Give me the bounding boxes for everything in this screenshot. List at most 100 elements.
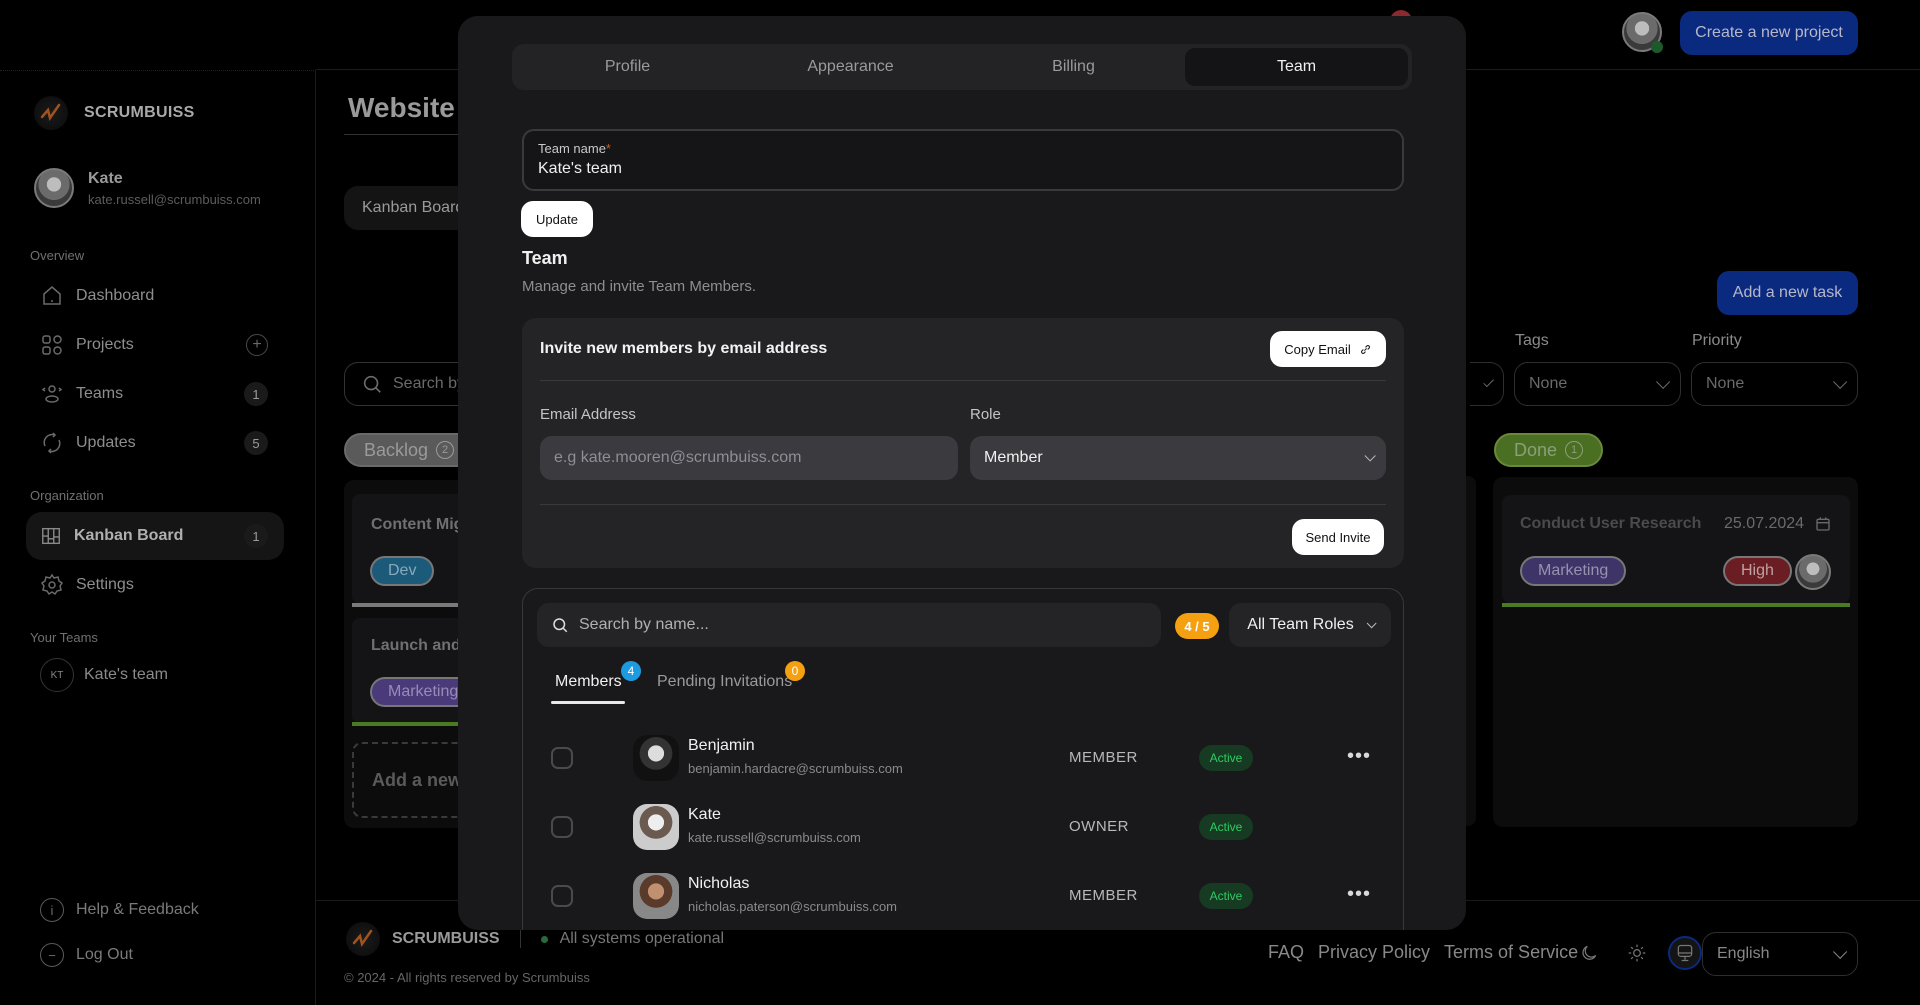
- member-search-input[interactable]: Search by name...: [537, 603, 1161, 647]
- priority-filter-value: None: [1706, 375, 1745, 392]
- language-value: English: [1717, 945, 1770, 962]
- roles-filter-value: All Team Roles: [1247, 616, 1354, 633]
- dark-theme-button[interactable]: [1572, 936, 1606, 970]
- title-divider: [344, 134, 474, 135]
- sidebar-item-updates[interactable]: Updates 5: [26, 419, 284, 467]
- sidebar-item-label: Kanban Board: [74, 527, 184, 544]
- sidebar-item-settings[interactable]: Settings: [26, 561, 284, 609]
- member-avatar: [633, 735, 679, 781]
- tags-filter-value: None: [1529, 375, 1568, 392]
- tab-pending-invitations[interactable]: Pending Invitations 0: [657, 661, 805, 691]
- chevron-down-icon: [1366, 617, 1377, 628]
- member-name: Benjamin: [688, 737, 755, 754]
- user-profile[interactable]: Kate kate.russell@scrumbuiss.com: [34, 168, 261, 208]
- add-task-button[interactable]: Add a new task: [1717, 271, 1858, 315]
- send-invite-button[interactable]: Send Invite: [1292, 519, 1384, 555]
- user-avatar: [34, 168, 74, 208]
- settings-tabs: Profile Appearance Billing Team: [512, 44, 1412, 90]
- priority-filter-select[interactable]: None: [1691, 362, 1858, 406]
- member-status-badge: Active: [1199, 814, 1253, 840]
- team-name-label-text: Team name: [538, 141, 606, 156]
- minus-circle-icon: −: [40, 943, 64, 967]
- column-name: Done: [1514, 439, 1558, 460]
- member-status-badge: Active: [1199, 745, 1253, 771]
- logout-link[interactable]: − Log Out: [40, 943, 133, 967]
- pending-tab-label: Pending Invitations: [657, 673, 793, 690]
- light-theme-button[interactable]: [1620, 936, 1654, 970]
- members-count-badge: 4: [621, 661, 641, 681]
- section-your-teams: Your Teams: [30, 630, 98, 645]
- online-status-dot: [1651, 41, 1663, 53]
- role-select[interactable]: Member: [970, 436, 1386, 480]
- add-project-button[interactable]: +: [246, 334, 268, 356]
- task-tag: Marketing: [1520, 556, 1627, 586]
- members-card: Search by name... 4 / 5 All Team Roles M…: [522, 588, 1404, 930]
- column-header-done[interactable]: Done 1: [1494, 433, 1604, 467]
- tab-members[interactable]: Members 4: [555, 661, 641, 691]
- sidebar-item-teams[interactable]: Teams 1: [26, 370, 284, 418]
- more-options-icon[interactable]: •••: [1347, 883, 1371, 906]
- task-card[interactable]: [1502, 495, 1850, 603]
- update-button[interactable]: Update: [521, 201, 593, 237]
- more-options-icon[interactable]: •••: [1347, 745, 1371, 768]
- member-checkbox[interactable]: [551, 816, 573, 838]
- member-role: MEMBER: [1069, 749, 1138, 766]
- task-title: Conduct User Research: [1520, 515, 1702, 532]
- column-count: 2: [436, 441, 455, 459]
- team-name-field[interactable]: Team name* Kate's team: [522, 129, 1404, 191]
- copyright: © 2024 - All rights reserved by Scrumbui…: [344, 970, 590, 985]
- teams-count-badge: 1: [244, 382, 268, 406]
- section-organization: Organization: [30, 488, 104, 503]
- sidebar-item-projects[interactable]: Projects +: [26, 321, 284, 369]
- member-email: kate.russell@scrumbuiss.com: [688, 830, 861, 845]
- task-card[interactable]: [352, 618, 474, 724]
- users-icon: [40, 382, 64, 406]
- logout-label: Log Out: [76, 946, 133, 963]
- section-overview: Overview: [30, 248, 85, 263]
- kanban-icon: [40, 525, 62, 547]
- tab-appearance[interactable]: Appearance: [739, 48, 962, 86]
- copy-email-button[interactable]: Copy Email: [1270, 331, 1386, 367]
- task-tag: Dev: [370, 556, 435, 586]
- email-label: Email Address: [540, 406, 636, 423]
- faq-link[interactable]: FAQ: [1268, 942, 1304, 963]
- terms-link[interactable]: Terms of Service: [1444, 942, 1578, 963]
- member-role: MEMBER: [1069, 887, 1138, 904]
- create-project-button[interactable]: Create a new project: [1680, 11, 1858, 55]
- column-header-backlog[interactable]: Backlog 2: [344, 433, 475, 467]
- member-status-badge: Active: [1199, 883, 1253, 909]
- user-name: Kate: [88, 169, 123, 187]
- sidebar-item-label: Dashboard: [76, 287, 155, 304]
- task-assignee-avatar: [1795, 554, 1831, 590]
- middle-column-edge: [1466, 476, 1476, 826]
- team-name-input[interactable]: Kate's team: [538, 160, 1388, 178]
- footer-links: FAQ Privacy Policy Terms of Service: [1268, 942, 1578, 963]
- scrumbuiss-logo-icon: [346, 922, 380, 956]
- sidebar-item-kanban-board[interactable]: Kanban Board 1: [26, 512, 284, 560]
- task-priority: High: [1723, 556, 1792, 586]
- brand-logo[interactable]: SCRUMBUISS: [34, 96, 195, 130]
- member-checkbox[interactable]: [551, 885, 573, 907]
- tab-team[interactable]: Team: [1185, 48, 1408, 86]
- task-title: Launch and: [371, 637, 461, 654]
- settings-modal: Profile Appearance Billing Team Team nam…: [458, 16, 1466, 930]
- member-row: Kate kate.russell@scrumbuiss.com OWNER A…: [523, 798, 1403, 858]
- email-input[interactable]: e.g kate.mooren@scrumbuiss.com: [540, 436, 958, 480]
- team-roles-filter[interactable]: All Team Roles: [1229, 603, 1391, 647]
- team-initials-avatar: KT: [40, 658, 74, 692]
- tab-profile[interactable]: Profile: [516, 48, 739, 86]
- footer-brand-name: SCRUMBUISS: [392, 930, 500, 947]
- member-role: OWNER: [1069, 818, 1129, 835]
- member-checkbox[interactable]: [551, 747, 573, 769]
- privacy-policy-link[interactable]: Privacy Policy: [1318, 942, 1430, 963]
- system-theme-button[interactable]: [1668, 936, 1702, 970]
- tags-filter-select[interactable]: None: [1514, 362, 1681, 406]
- sidebar-team-item[interactable]: KT Kate's team: [40, 658, 168, 692]
- task-card[interactable]: [352, 494, 474, 604]
- sidebar-item-dashboard[interactable]: Dashboard: [26, 272, 284, 320]
- help-feedback-link[interactable]: i Help & Feedback: [40, 898, 199, 922]
- language-select[interactable]: English: [1702, 932, 1858, 976]
- hidden-filter-select[interactable]: [1470, 362, 1504, 406]
- tab-billing[interactable]: Billing: [962, 48, 1185, 86]
- grid-icon: [40, 333, 64, 357]
